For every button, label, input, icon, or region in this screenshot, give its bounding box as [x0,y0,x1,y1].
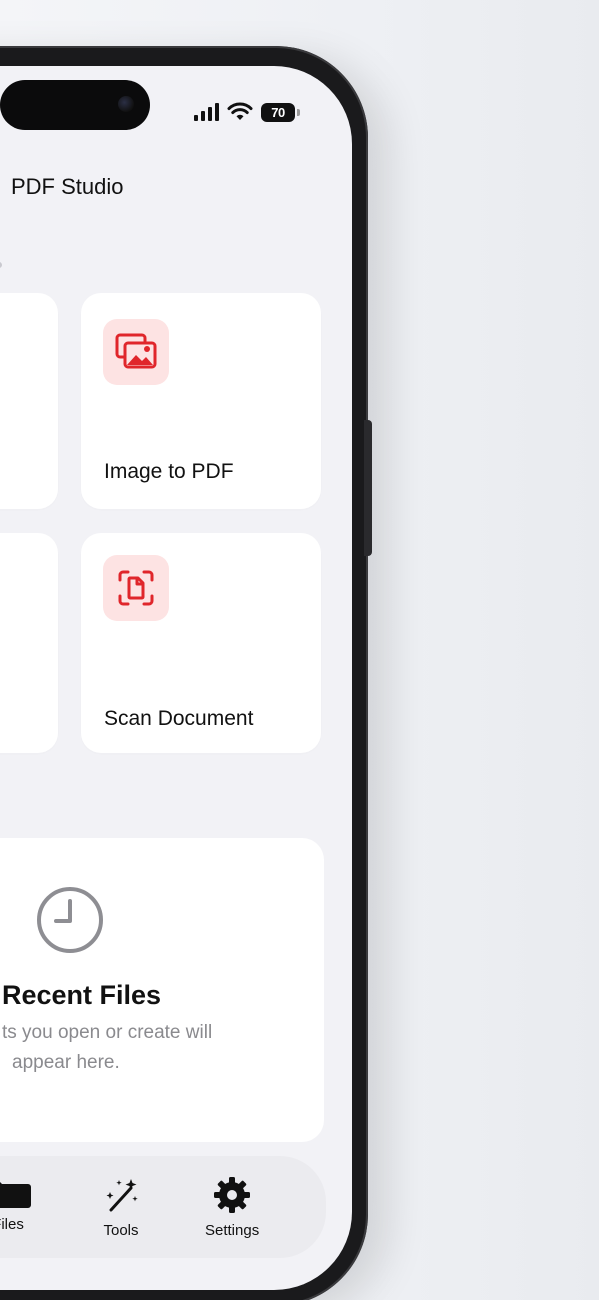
scan-document-icon-tile [103,555,169,621]
tab-tools-label: Tools [103,1222,139,1239]
tab-tools[interactable]: Tools [101,1176,141,1239]
cellular-signal-icon [194,103,219,121]
tool-card-image-to-pdf[interactable]: Image to PDF [81,293,321,509]
image-to-pdf-icon-tile [103,319,169,385]
section-header-fragment [0,262,2,268]
scan-document-label: Scan Document [104,707,254,730]
image-gallery-icon [115,333,157,369]
battery-icon: 70 [261,102,300,122]
tab-files-label: Files [0,1216,24,1233]
tool-card-scan-document[interactable]: Scan Document [81,533,321,753]
phone-screen: 70 PDF Studio Image to PDF Scan Document… [0,66,352,1290]
tab-settings-label: Settings [205,1222,260,1239]
recent-files-title: oRecent Files [2,980,162,1010]
recent-files-subtitle-line2: appear here. [12,1052,120,1073]
screen-content: 70 PDF Studio Image to PDF Scan Document… [0,66,352,1290]
wifi-icon [227,102,253,120]
tab-settings[interactable]: Settings [205,1176,259,1239]
phone-side-button [364,420,372,556]
magic-wand-icon [106,1179,138,1212]
gear-icon [214,1177,251,1213]
device-stage: 70 PDF Studio Image to PDF Scan Document… [0,0,599,1300]
tool-card-left-top[interactable] [0,293,58,509]
clock-icon [37,887,103,953]
image-to-pdf-label: Image to PDF [104,460,234,483]
folder-icon [0,1182,31,1208]
document-scan-icon [118,570,154,606]
recent-files-subtitle-line1: ts you open or create will [2,1022,213,1043]
front-camera [118,96,134,112]
tool-card-left-bottom[interactable] [0,533,58,753]
tab-bar [0,1156,326,1258]
battery-level: 70 [271,104,285,120]
status-bar: 70 [194,101,300,123]
tab-files[interactable]: Files [0,1176,32,1233]
app-title: PDF Studio [11,174,124,199]
